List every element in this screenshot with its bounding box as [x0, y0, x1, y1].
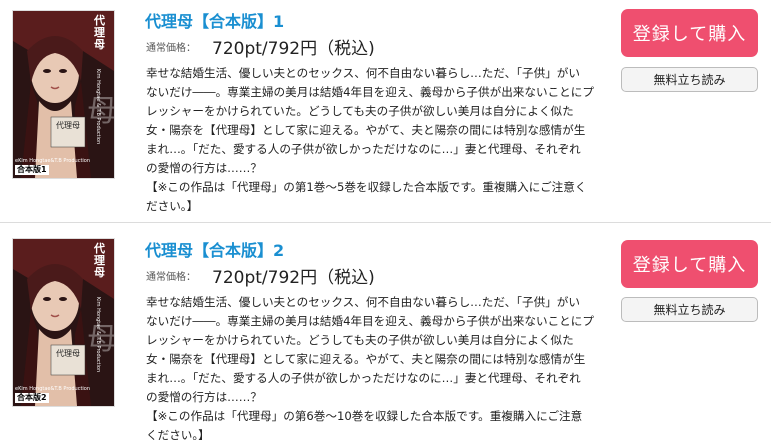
book-description: 幸せな結婚生活、優しい夫とのセックス、何不自由ない暮らし…ただ、「子供」がい な… — [146, 64, 606, 216]
description-line: 幸せな結婚生活、優しい夫とのセックス、何不自由ない暮らし…ただ、「子供」がい — [146, 66, 580, 80]
description-line: ださい。】 — [146, 199, 199, 213]
book-title-link[interactable]: 代理母【合本版】1 — [145, 8, 284, 32]
book-item: 母 代理母 代理母 Kim Hongtae & T.B Production e… — [0, 0, 771, 222]
cover-volume-tag: 合本版1 — [15, 165, 49, 175]
price-label: 通常価格： — [146, 272, 196, 283]
description-line: ないだけ――。専業主婦の美月は結婚4年目を迎え、義母から子供が出来ないことにプ — [146, 314, 594, 328]
description-line: ないだけ――。専業主婦の美月は結婚4年目を迎え、義母から子供が出来ないことにプ — [146, 85, 594, 99]
book-item: 母 代理母 代理母 Kim Hongtae & T.B Production e… — [0, 232, 771, 442]
description-line: レッシャーをかけられていた。どうしても夫の子供が欲しい美月は自分によく似た — [146, 104, 574, 118]
cover-title-mark: 代理母 — [56, 121, 80, 130]
book-cover[interactable]: 母 代理母 代理母 Kim Hongtae & T.B Production e… — [12, 10, 115, 179]
register-and-buy-button[interactable]: 登録して購入 — [621, 9, 758, 57]
book-description: 幸せな結婚生活、優しい夫とのセックス、何不自由ない暮らし…ただ、「子供」がい な… — [146, 293, 606, 445]
description-line: の愛憎の行方は……？ — [146, 161, 262, 175]
register-and-buy-button[interactable]: 登録して購入 — [621, 240, 758, 288]
cover-credit-bottom: eKim Hongtae&T.B Production — [15, 386, 91, 392]
free-preview-button[interactable]: 無料立ち読み — [621, 67, 758, 92]
description-line: の愛憎の行方は……？ — [146, 390, 262, 404]
cover-volume-tag: 合本版2 — [15, 393, 49, 403]
description-line: 女・陽奈を【代理母】として家に迎える。やがて、夫と陽奈の間には特別な感情が生 — [146, 352, 586, 366]
cover-credit-bottom: eKim Hongtae&T.B Production — [15, 158, 91, 164]
book-title-link[interactable]: 代理母【合本版】2 — [145, 237, 284, 261]
description-line: レッシャーをかけられていた。どうしても夫の子供が欲しい美月は自分によく似た — [146, 333, 574, 347]
description-line: 【※この作品は「代理母」の第6巻〜10巻を収録した合本版です。重複購入にご注意 — [146, 409, 583, 423]
price-row: 通常価格： 720pt/792円（税込) — [146, 34, 375, 59]
free-preview-button[interactable]: 無料立ち読み — [621, 297, 758, 322]
price-label: 通常価格： — [146, 43, 196, 54]
cover-series-label: 代理母 — [94, 242, 105, 279]
cover-title-mark: 代理母 — [56, 349, 80, 358]
description-line: 女・陽奈を【代理母】として家に迎える。やがて、夫と陽奈の間には特別な感情が生 — [146, 123, 586, 137]
description-line: まれ…。「だた、愛する人の子供が欲しかっただけなのに…」妻と代理母、それぞれ — [146, 142, 581, 156]
cover-credit: Kim Hongtae & T.B Production — [95, 297, 101, 373]
book-cover[interactable]: 母 代理母 代理母 Kim Hongtae & T.B Production e… — [12, 238, 115, 407]
cover-series-label: 代理母 — [94, 14, 105, 51]
item-divider — [0, 222, 771, 223]
description-line: まれ…。「だた、愛する人の子供が欲しかっただけなのに…」妻と代理母、それぞれ — [146, 371, 581, 385]
cover-credit: Kim Hongtae & T.B Production — [95, 69, 101, 145]
price-row: 通常価格： 720pt/792円（税込) — [146, 263, 375, 288]
description-line: 幸せな結婚生活、優しい夫とのセックス、何不自由ない暮らし…ただ、「子供」がい — [146, 295, 580, 309]
description-line: 【※この作品は「代理母」の第1巻〜5巻を収録した合本版です。重複購入にご注意く — [146, 180, 587, 194]
price-value: 720pt/792円（税込) — [212, 39, 375, 59]
price-value: 720pt/792円（税込) — [212, 268, 375, 288]
description-line: ください。】 — [146, 428, 210, 442]
